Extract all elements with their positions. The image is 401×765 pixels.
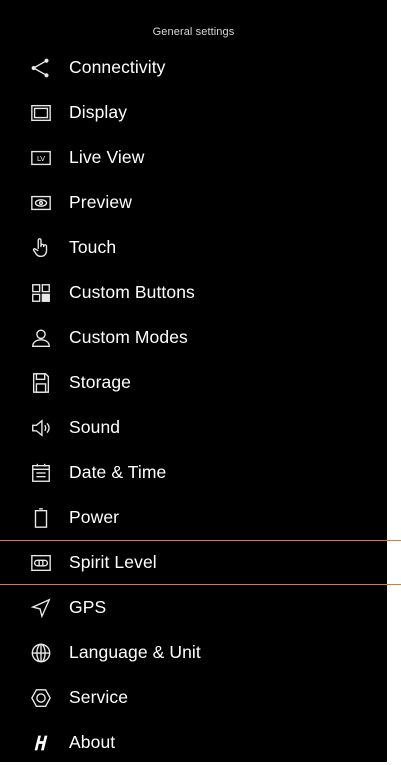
- menu-item-preview[interactable]: Preview: [0, 180, 387, 225]
- menu-item-display[interactable]: Display: [0, 90, 387, 135]
- hand-touch-icon: [29, 236, 53, 260]
- menu-item-label: Display: [69, 102, 128, 122]
- eye-icon: [29, 191, 53, 215]
- menu-item-label: About: [69, 732, 116, 752]
- menu-item-label: Custom Buttons: [69, 282, 195, 302]
- menu-item-power[interactable]: Power: [0, 495, 387, 540]
- person-icon: [29, 326, 53, 350]
- menu-item-label: Language & Unit: [69, 642, 201, 662]
- menu-item-sound[interactable]: Sound: [0, 405, 387, 450]
- location-arrow-icon: [29, 596, 53, 620]
- menu-item-label: Date & Time: [69, 462, 167, 482]
- menu-item-storage[interactable]: Storage: [0, 360, 387, 405]
- menu-item-spirit-level[interactable]: Spirit Level: [0, 540, 401, 585]
- menu-item-label: Storage: [69, 372, 131, 392]
- hexagon-icon: [29, 686, 53, 710]
- menu-item-connectivity[interactable]: Connectivity: [0, 45, 387, 90]
- menu-item-label: GPS: [69, 597, 107, 617]
- svg-text:LV: LV: [37, 154, 45, 163]
- menu-item-label: Custom Modes: [69, 327, 188, 347]
- menu-item-label: Preview: [69, 192, 132, 212]
- menu-item-label: Connectivity: [69, 57, 166, 77]
- menu-item-touch[interactable]: Touch: [0, 225, 387, 270]
- menu-item-gps[interactable]: GPS: [0, 585, 387, 630]
- settings-menu: Connectivity Display LV Live View Previe…: [0, 45, 401, 765]
- menu-item-custom-modes[interactable]: Custom Modes: [0, 315, 387, 360]
- menu-item-label: Live View: [69, 147, 145, 167]
- menu-item-label: Touch: [69, 237, 117, 257]
- menu-item-custom-buttons[interactable]: Custom Buttons: [0, 270, 387, 315]
- menu-item-label: Service: [69, 687, 129, 707]
- live-view-icon: LV: [29, 146, 53, 170]
- menu-item-label: Spirit Level: [69, 552, 157, 572]
- page-title: General settings: [152, 26, 235, 38]
- share-icon: [29, 56, 53, 80]
- globe-icon: [29, 641, 53, 665]
- menu-item-live-view[interactable]: LV Live View: [0, 135, 387, 180]
- calendar-icon: [29, 461, 53, 485]
- menu-item-service[interactable]: Service: [0, 675, 387, 720]
- settings-screen: General settings Connectivity Display LV…: [0, 0, 401, 765]
- h-logo-icon: [29, 731, 53, 755]
- display-icon: [29, 101, 53, 125]
- menu-item-label: Power: [69, 507, 120, 527]
- menu-item-date-time[interactable]: Date & Time: [0, 450, 387, 495]
- grid-buttons-icon: [29, 281, 53, 305]
- menu-item-label: Sound: [69, 417, 121, 437]
- menu-item-about[interactable]: About: [0, 720, 387, 765]
- sd-card-icon: [29, 371, 53, 395]
- battery-icon: [29, 506, 53, 530]
- spirit-level-icon: [29, 551, 53, 575]
- speaker-icon: [29, 416, 53, 440]
- menu-item-language-unit[interactable]: Language & Unit: [0, 630, 387, 675]
